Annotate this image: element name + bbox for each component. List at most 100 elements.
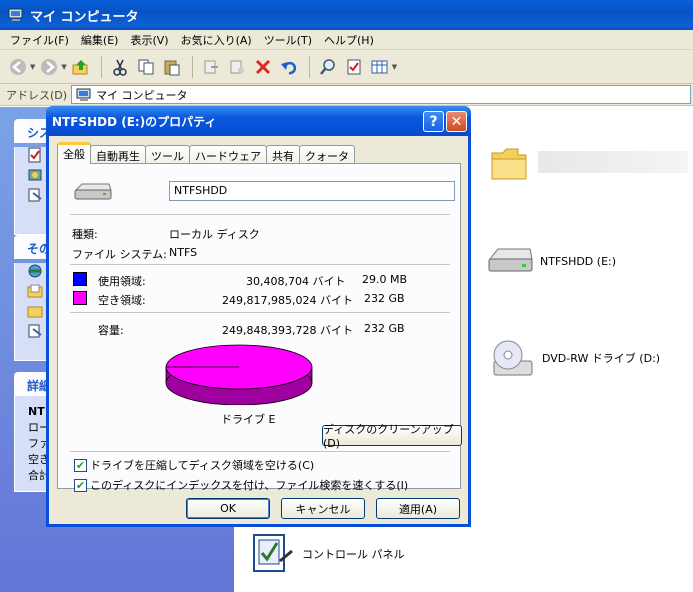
move-to-icon: [204, 60, 218, 73]
drive-small-icon: [74, 183, 112, 200]
tab-autoplay[interactable]: 自動再生: [90, 145, 146, 164]
my-computer-icon: [8, 8, 23, 21]
move-to-button[interactable]: [199, 55, 223, 79]
cut-button[interactable]: [108, 55, 132, 79]
divider: [70, 264, 450, 266]
capacity-size: 232 GB: [364, 322, 405, 335]
tab-hardware[interactable]: ハードウェア: [189, 145, 267, 164]
drive-e-label: NTFSHDD (E:): [540, 254, 617, 268]
scissors-icon: [113, 59, 127, 76]
network-icon[interactable]: [27, 263, 43, 279]
index-label: このディスクにインデックスを付け、ファイル検索を速くする(I): [90, 479, 409, 492]
control-panel-small-icon[interactable]: [27, 323, 43, 339]
shared-documents-icon[interactable]: [27, 303, 43, 319]
index-checkbox[interactable]: ✔: [74, 478, 87, 492]
used-space-size: 29.0 MB: [362, 273, 408, 286]
control-panel-icon: [253, 534, 293, 572]
copy-to-icon: [230, 60, 244, 73]
compress-label: ドライブを圧縮してディスク領域を空ける(C): [90, 459, 315, 472]
window-title: マイ コンピュータ: [30, 9, 139, 25]
search-icon: [319, 58, 335, 75]
properties-dialog: NTFSHDD (E:)のプロパティ ? ✕ 全般 自動再生 ツール ハードウェ…: [46, 106, 471, 527]
compress-checkbox[interactable]: ✔: [74, 458, 87, 472]
undo-icon: [280, 61, 296, 74]
copy-to-button[interactable]: [225, 55, 249, 79]
delete-button[interactable]: [251, 55, 275, 79]
folder-icon[interactable]: [490, 145, 528, 181]
paste-icon: [164, 60, 180, 75]
toolbar-separator: [100, 55, 102, 78]
copy-button[interactable]: [134, 55, 158, 79]
apply-button[interactable]: 適用(A): [376, 498, 460, 519]
close-button[interactable]: ✕: [446, 111, 467, 132]
properties-button[interactable]: [342, 55, 366, 79]
close-icon: ✕: [450, 113, 463, 130]
up-folder-button[interactable]: [69, 55, 93, 79]
control-panel-item[interactable]: コントロール パネル: [250, 531, 405, 577]
undo-button[interactable]: [277, 55, 301, 79]
views-grid-icon: [371, 60, 388, 73]
dvd-drive-icon: [493, 340, 533, 376]
tab-general[interactable]: 全般: [57, 142, 91, 164]
index-option[interactable]: ✔ このディスクにインデックスを付け、ファイル検索を速くする(I): [74, 477, 408, 493]
tab-tools[interactable]: ツール: [145, 145, 190, 164]
blurred-item-label: [538, 151, 688, 173]
toolbar-separator: [191, 55, 193, 78]
views-button[interactable]: [368, 55, 392, 79]
used-space-swatch: [73, 272, 87, 286]
used-space-label: 使用領域:: [98, 275, 146, 288]
add-remove-programs-icon[interactable]: [27, 167, 43, 183]
free-space-swatch: [73, 291, 87, 305]
toolbar-separator: [308, 55, 310, 78]
capacity-bytes: 249,848,393,728 バイト: [222, 324, 353, 337]
dialog-titlebar: NTFSHDD (E:)のプロパティ ? ✕: [46, 106, 471, 136]
address-bar: アドレス(D) マイ コンピュータ: [0, 84, 693, 106]
drive-caption: ドライブ E: [221, 413, 276, 426]
paste-button[interactable]: [160, 55, 184, 79]
help-button[interactable]: ?: [423, 111, 444, 132]
address-input[interactable]: マイ コンピュータ: [71, 85, 691, 104]
forward-dropdown-icon[interactable]: ▼: [61, 63, 66, 71]
view-info-icon[interactable]: [27, 147, 43, 163]
copy-icon: [138, 59, 154, 74]
back-arrow-icon: [10, 58, 26, 75]
views-dropdown-icon[interactable]: ▼: [392, 63, 397, 71]
divider: [70, 312, 450, 314]
disk-cleanup-button[interactable]: ディスクのクリーンアップ(D): [322, 423, 462, 450]
back-dropdown-icon[interactable]: ▼: [30, 63, 35, 71]
drive-e-item[interactable]: NTFSHDD (E:): [486, 245, 616, 277]
forward-button[interactable]: [37, 55, 61, 79]
menu-bar: ファイル(F) 編集(E) 表示(V) お気に入り(A) ツール(T) ヘルプ(…: [0, 30, 693, 50]
tab-strip: 全般 自動再生 ツール ハードウェア 共有 クォータ: [57, 142, 355, 164]
dialog-body: 全般 自動再生 ツール ハードウェア 共有 クォータ NTFSHDD 種類: ロ…: [49, 136, 468, 524]
toolbar: ▼ ▼ ▼: [0, 50, 693, 84]
compress-option[interactable]: ✔ ドライブを圧縮してディスク領域を空ける(C): [74, 457, 314, 473]
change-setting-icon[interactable]: [27, 187, 43, 203]
hard-drive-icon: [488, 248, 533, 272]
my-documents-icon[interactable]: [27, 283, 43, 299]
menu-favorites[interactable]: お気に入り(A): [175, 32, 258, 48]
my-computer-icon: [76, 88, 91, 101]
cancel-button[interactable]: キャンセル: [281, 498, 365, 519]
dvd-drive-item[interactable]: DVD-RW ドライブ (D:): [490, 335, 660, 381]
control-panel-label: コントロール パネル: [302, 548, 405, 561]
disk-usage-pie: [165, 344, 313, 405]
capacity-label: 容量:: [98, 324, 124, 337]
search-button[interactable]: [316, 55, 340, 79]
address-label: アドレス(D): [6, 88, 68, 102]
used-space-bytes: 30,408,704 バイト: [246, 275, 346, 288]
tab-sharing[interactable]: 共有: [266, 145, 300, 164]
menu-edit[interactable]: 編集(E): [75, 32, 125, 48]
menu-help[interactable]: ヘルプ(H): [318, 32, 380, 48]
menu-tools[interactable]: ツール(T): [258, 32, 318, 48]
menu-file[interactable]: ファイル(F): [4, 32, 75, 48]
menu-view[interactable]: 表示(V): [124, 32, 174, 48]
back-button[interactable]: [6, 55, 30, 79]
volume-name-input[interactable]: NTFSHDD: [169, 181, 455, 201]
address-value: マイ コンピュータ: [96, 88, 188, 102]
general-tab-panel: NTFSHDD 種類: ローカル ディスク ファイル システム: NTFS 使用…: [57, 163, 462, 492]
divider: [70, 451, 450, 453]
filesystem-label: ファイル システム:: [72, 248, 167, 261]
tab-quota[interactable]: クォータ: [299, 145, 355, 164]
ok-button[interactable]: OK: [186, 498, 270, 519]
